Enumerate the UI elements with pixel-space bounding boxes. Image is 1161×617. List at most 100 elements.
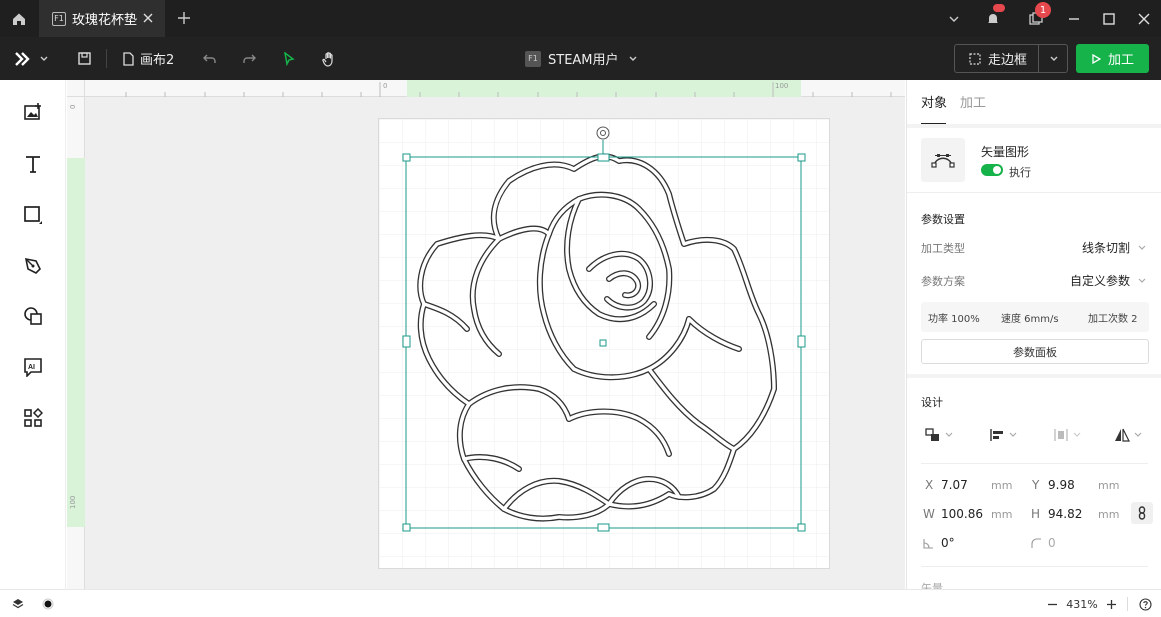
horizontal-ruler: 0 100 bbox=[85, 80, 905, 97]
status-divider bbox=[1127, 597, 1128, 611]
distribute-button[interactable] bbox=[1053, 428, 1082, 442]
rotate-handle[interactable] bbox=[596, 126, 610, 140]
help-button[interactable] bbox=[1136, 590, 1154, 617]
pen-tool[interactable] bbox=[19, 252, 47, 280]
layers-button[interactable] bbox=[8, 590, 28, 617]
param-panel-button[interactable]: 参数面板 bbox=[921, 339, 1149, 364]
tab-process[interactable]: 加工 bbox=[960, 92, 986, 111]
link-icon bbox=[1138, 506, 1146, 520]
process-type-label: 加工类型 bbox=[921, 242, 965, 255]
flip-button[interactable] bbox=[1114, 428, 1143, 442]
y-label: Y bbox=[1032, 478, 1040, 492]
corner-radius-icon bbox=[1031, 538, 1041, 548]
resize-handle[interactable] bbox=[597, 523, 610, 532]
tab-document[interactable]: F1 玫瑰花杯垫 bbox=[39, 0, 165, 37]
user-label: STEAM用户 bbox=[548, 53, 619, 68]
tab-object[interactable]: 对象 bbox=[921, 92, 947, 111]
ruler-label: 100 bbox=[775, 82, 789, 90]
notification-button[interactable] bbox=[980, 0, 1006, 37]
align-button[interactable] bbox=[989, 428, 1018, 442]
resize-handle[interactable] bbox=[797, 523, 806, 532]
pen-icon bbox=[24, 257, 41, 274]
angle-icon bbox=[923, 539, 933, 549]
pan-tool-button[interactable] bbox=[318, 37, 340, 80]
resize-handle[interactable] bbox=[597, 153, 610, 162]
shape-tool[interactable] bbox=[19, 201, 47, 229]
frame-button-main[interactable]: 走边框 bbox=[955, 45, 1039, 72]
process-type-select[interactable]: 线条切割 bbox=[1082, 239, 1147, 256]
resize-handle[interactable] bbox=[797, 335, 806, 348]
square-icon bbox=[24, 206, 42, 224]
home-button[interactable] bbox=[0, 0, 37, 37]
process-label: 加工 bbox=[1107, 53, 1134, 68]
execute-toggle[interactable] bbox=[981, 164, 1003, 176]
zoom-out-button[interactable] bbox=[1043, 590, 1061, 617]
resize-handle[interactable] bbox=[402, 335, 411, 348]
resize-handle[interactable] bbox=[797, 153, 806, 162]
ai-tool[interactable]: AI bbox=[19, 353, 47, 381]
chevron-down-icon[interactable] bbox=[1049, 54, 1059, 64]
zoom-level[interactable]: 431% bbox=[1064, 590, 1100, 617]
power-value: 功率 100% bbox=[928, 314, 980, 325]
frame-button[interactable]: 走边框 bbox=[954, 44, 1068, 73]
bell-icon bbox=[988, 13, 998, 24]
plus-icon bbox=[1106, 599, 1116, 609]
x-input[interactable]: 7.07 bbox=[941, 478, 968, 492]
select-tool-button[interactable] bbox=[278, 37, 300, 80]
apps-tool[interactable] bbox=[19, 404, 47, 432]
arrange-button[interactable] bbox=[925, 428, 954, 442]
panel-divider bbox=[907, 374, 1161, 378]
canvas-name: 画布2 bbox=[140, 53, 175, 68]
corner-radius-input[interactable]: 0 bbox=[1048, 536, 1056, 550]
lock-ratio-button[interactable] bbox=[1131, 502, 1153, 524]
speed-value: 速度 6mm/s bbox=[1001, 314, 1059, 325]
dropdown-button[interactable] bbox=[942, 0, 966, 37]
add-tab-icon[interactable] bbox=[176, 10, 192, 26]
combine-tool[interactable] bbox=[19, 302, 47, 330]
resize-handle[interactable] bbox=[402, 153, 411, 162]
chevron-down-icon bbox=[949, 16, 959, 22]
resize-handle[interactable] bbox=[402, 523, 411, 532]
flip-icon bbox=[1115, 428, 1130, 442]
process-button[interactable]: 加工 bbox=[1076, 44, 1149, 73]
save-button[interactable] bbox=[72, 37, 96, 80]
chevron-down-icon bbox=[40, 56, 48, 61]
image-tool[interactable] bbox=[19, 98, 47, 126]
artboard[interactable] bbox=[378, 118, 830, 569]
panel-divider bbox=[921, 463, 1148, 464]
ruler-label: 0 bbox=[383, 82, 388, 90]
user-selector[interactable]: F1 STEAM用户 bbox=[525, 37, 638, 80]
redo-icon bbox=[242, 54, 256, 63]
text-tool[interactable] bbox=[19, 150, 47, 178]
tab-title: 玫瑰花杯垫 bbox=[72, 13, 138, 28]
chevron-down-icon bbox=[629, 56, 637, 61]
app-menu-button[interactable] bbox=[10, 37, 54, 80]
minimize-button[interactable] bbox=[1060, 0, 1088, 37]
align-left-icon bbox=[990, 429, 1003, 441]
canvas-selector[interactable]: 画布2 bbox=[122, 37, 182, 80]
minus-icon bbox=[1047, 603, 1057, 605]
close-window-button[interactable] bbox=[1130, 0, 1158, 37]
canvas-workspace[interactable]: 0 100 0 100 bbox=[67, 80, 905, 589]
rotation-input[interactable]: 0° bbox=[941, 536, 955, 550]
chevron-down-icon bbox=[1138, 245, 1146, 250]
zoom-in-button[interactable] bbox=[1102, 590, 1120, 617]
color-button[interactable] bbox=[38, 590, 58, 617]
w-input[interactable]: 100.86 bbox=[941, 507, 983, 521]
redo-button[interactable] bbox=[238, 37, 260, 80]
home-icon bbox=[12, 13, 25, 25]
maximize-button[interactable] bbox=[1095, 0, 1123, 37]
h-input[interactable]: 94.82 bbox=[1048, 507, 1082, 521]
hand-icon bbox=[321, 51, 333, 67]
count-badge: 1 bbox=[1035, 2, 1051, 18]
svg-text:AI: AI bbox=[28, 364, 35, 371]
messages-button[interactable]: 1 bbox=[1022, 0, 1051, 37]
close-icon[interactable] bbox=[141, 11, 155, 25]
param-scheme-select[interactable]: 自定义参数 bbox=[1070, 272, 1147, 289]
execute-label: 执行 bbox=[1009, 166, 1031, 179]
center-handle[interactable] bbox=[599, 339, 607, 347]
y-input[interactable]: 9.98 bbox=[1048, 478, 1075, 492]
apps-icon bbox=[24, 408, 43, 427]
param-scheme-value: 自定义参数 bbox=[1069, 274, 1130, 288]
undo-button[interactable] bbox=[198, 37, 220, 80]
